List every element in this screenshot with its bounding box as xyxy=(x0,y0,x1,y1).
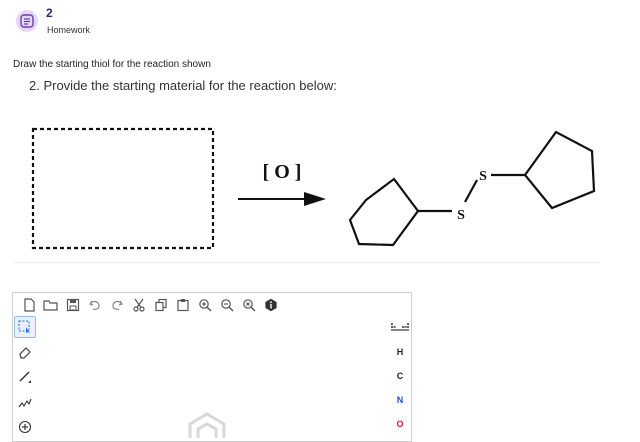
charge-plus-icon[interactable] xyxy=(14,416,36,438)
paste-icon[interactable] xyxy=(174,296,192,314)
eraser-icon[interactable] xyxy=(14,341,36,363)
chain-tool-icon[interactable] xyxy=(14,391,36,413)
open-folder-icon[interactable] xyxy=(42,296,60,314)
sulfur-atom-1: S xyxy=(457,208,465,223)
element-h-button[interactable]: H xyxy=(388,340,412,364)
info-icon[interactable] xyxy=(262,296,280,314)
redo-icon[interactable] xyxy=(108,296,126,314)
bond-tool-icon[interactable] xyxy=(14,366,36,388)
s-s-bond xyxy=(464,179,478,203)
zoom-in-icon[interactable] xyxy=(196,296,214,314)
element-toolbar: H C N O xyxy=(388,316,412,436)
left-cyclopentane-ring xyxy=(348,177,420,247)
reaction-scheme: [ O ] S S xyxy=(31,127,596,250)
editor-toolbar xyxy=(20,296,284,314)
reaction-arrowhead xyxy=(304,192,326,206)
homework-label: Homework xyxy=(47,25,91,35)
editor-logo-watermark xyxy=(188,412,226,438)
question-number: 2 xyxy=(46,6,53,20)
cut-icon[interactable] xyxy=(130,296,148,314)
save-icon[interactable] xyxy=(64,296,82,314)
new-document-icon[interactable] xyxy=(20,296,38,314)
reagent-label: [ O ] xyxy=(263,161,302,183)
element-c-button[interactable]: C xyxy=(388,364,412,388)
right-cyclopentane-ring xyxy=(523,130,596,210)
element-o-button[interactable]: O xyxy=(388,412,412,436)
question-text: 2. Provide the starting material for the… xyxy=(29,78,337,93)
undo-icon[interactable] xyxy=(86,296,104,314)
zoom-out-icon[interactable] xyxy=(218,296,236,314)
zoom-reset-icon[interactable] xyxy=(240,296,258,314)
select-tool-icon[interactable] xyxy=(14,316,36,338)
instructions-text: Draw the starting thiol for the reaction… xyxy=(13,59,211,70)
starting-material-box xyxy=(31,127,215,250)
element-n-button[interactable]: N xyxy=(388,388,412,412)
sulfur-atom-2: S xyxy=(479,169,487,184)
copy-icon[interactable] xyxy=(152,296,170,314)
editor-left-toolbar xyxy=(14,316,36,441)
periodic-table-icon[interactable] xyxy=(388,316,412,340)
homework-icon xyxy=(16,10,38,32)
divider xyxy=(14,262,600,263)
